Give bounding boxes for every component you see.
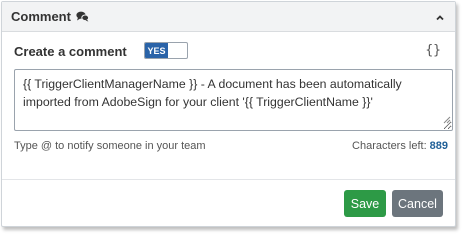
characters-left-label: Characters left: [352, 140, 427, 152]
toggle-on-label: YES [145, 43, 168, 58]
template-variables-icon[interactable]: {} [425, 43, 441, 58]
footer-divider [2, 179, 455, 180]
characters-left: Characters left: 889 [352, 140, 448, 152]
create-comment-label: Create a comment [14, 44, 127, 59]
save-button[interactable]: Save [344, 190, 386, 217]
characters-left-count: 889 [429, 140, 448, 152]
resize-grip-icon[interactable] [443, 111, 451, 129]
chat-bubbles-icon [76, 11, 89, 22]
mention-hint: Type @ to notify someone in your team [14, 140, 206, 152]
panel-title: Comment [11, 9, 71, 24]
comment-text: {{ TriggerClientManagerName }} - A docum… [23, 77, 402, 109]
comment-textarea[interactable]: {{ TriggerClientManagerName }} - A docum… [14, 69, 453, 131]
chevron-up-icon[interactable] [435, 10, 445, 28]
comment-panel: Comment Create a comment YES {} {{ Trigg… [1, 1, 456, 227]
create-comment-toggle[interactable]: YES [144, 42, 188, 59]
panel-header[interactable]: Comment [2, 2, 455, 32]
cancel-button[interactable]: Cancel [392, 190, 443, 217]
